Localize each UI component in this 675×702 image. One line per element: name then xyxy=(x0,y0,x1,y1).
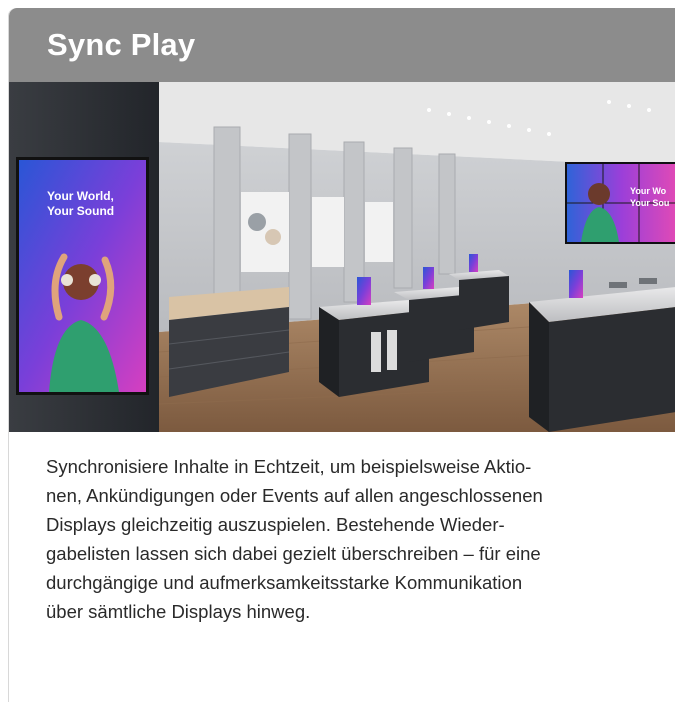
wall-shelves xyxy=(241,192,393,272)
store-showroom-image: Your World, Your Sound Your Wo Your Sou xyxy=(9,82,675,432)
description-line: Synchronisiere Inhalte in Echtzeit, um b… xyxy=(46,456,532,477)
video-wall: Your Wo Your Sou xyxy=(565,162,675,244)
description-line: gabelisten lassen sich dabei gezielt übe… xyxy=(46,543,541,564)
portrait-display: Your World, Your Sound xyxy=(16,157,149,395)
sync-play-card: Sync Play Your World, Your Sound Your Wo… xyxy=(8,8,675,702)
description-line: über sämtliche Displays hinweg. xyxy=(46,601,311,622)
portrait-display-text-2: Your Sound xyxy=(47,204,114,218)
video-wall-text-2: Your Sou xyxy=(630,198,669,208)
description-line: durchgängige und aufmerksamkeitsstarke K… xyxy=(46,572,523,593)
description-line: nen, Ankündigungen oder Events auf allen… xyxy=(46,485,543,506)
video-wall-text-1: Your Wo xyxy=(630,186,667,196)
portrait-display-text-1: Your World, xyxy=(47,189,114,203)
card-description: Synchronisiere Inhalte in Echtzeit, um b… xyxy=(9,432,675,626)
card-title: Sync Play xyxy=(47,27,196,62)
card-header: Sync Play xyxy=(9,8,675,82)
description-line: Displays gleichzeitig auszuspielen. Best… xyxy=(46,514,505,535)
headphone-icon xyxy=(61,274,73,286)
